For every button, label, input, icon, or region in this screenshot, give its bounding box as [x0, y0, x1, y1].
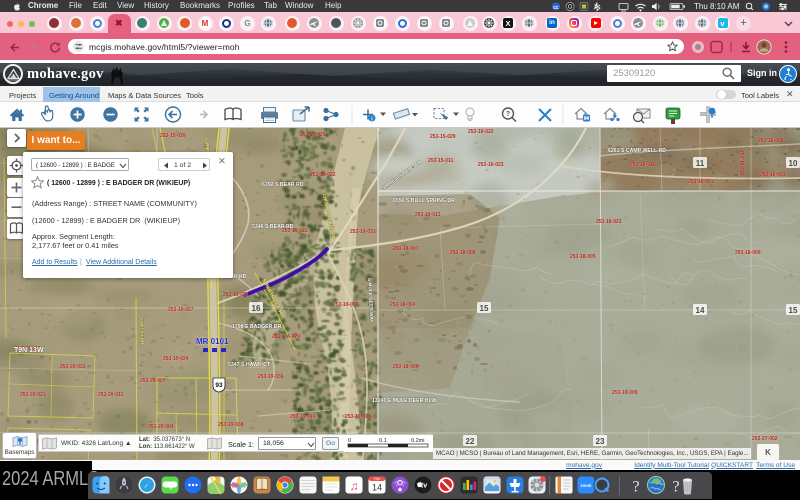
svg-text:253-18-005: 253-18-005 [570, 254, 596, 260]
svg-text:253-19-037: 253-19-037 [333, 302, 359, 308]
svg-text:253-20-004: 253-20-004 [148, 424, 174, 430]
svg-text:S WICKY DR: S WICKY DR [139, 318, 145, 345]
svg-text:253-19-009: 253-19-009 [612, 390, 638, 396]
svg-text:253-18-009: 253-18-009 [393, 364, 419, 370]
svg-text:14: 14 [696, 306, 705, 315]
svg-text:0: 0 [348, 438, 351, 444]
svg-text:22: 22 [466, 437, 475, 446]
svg-text:253-16-011: 253-16-011 [630, 162, 656, 168]
svg-text:10: 10 [789, 159, 798, 168]
svg-text:253-20-021: 253-20-021 [20, 392, 46, 398]
svg-text:0.2mi: 0.2mi [411, 438, 424, 444]
svg-text:11: 11 [696, 159, 705, 168]
svg-text:253-15-011: 253-15-011 [428, 158, 454, 164]
svg-text:MR 0101: MR 0101 [196, 337, 229, 346]
svg-text:6556 S BULL SPRING DR: 6556 S BULL SPRING DR [393, 198, 455, 204]
svg-text:253-15-020: 253-15-020 [160, 133, 186, 139]
svg-text:6392 S BEAR RD: 6392 S BEAR RD [262, 182, 304, 188]
svg-text:253-18-001: 253-18-001 [688, 179, 714, 185]
svg-text:253-19-013: 253-19-013 [415, 212, 441, 218]
svg-text:253-19-014: 253-19-014 [290, 414, 316, 420]
svg-text:253-16-003: 253-16-003 [760, 172, 786, 178]
svg-text:THU: THU [374, 477, 381, 481]
svg-text:6261 S CAMP WELL RD: 6261 S CAMP WELL RD [608, 148, 666, 154]
svg-text:253-15-029: 253-15-029 [430, 134, 456, 140]
svg-text:253-19-033: 253-19-033 [350, 229, 376, 235]
svg-text:253-15-022: 253-15-022 [310, 172, 336, 178]
svg-text:tv: tv [421, 483, 427, 490]
svg-text:253-20-007: 253-20-007 [140, 378, 166, 384]
svg-text:1708 E BADGER DR: 1708 E BADGER DR [232, 324, 282, 330]
svg-text:253-19-01A: 253-19-01A [345, 414, 372, 420]
svg-text:253-20-023: 253-20-023 [60, 364, 86, 370]
svg-text:253-19-036: 253-19-036 [258, 374, 284, 380]
svg-text:253-20-012: 253-20-012 [98, 392, 124, 398]
svg-text:253-15-029: 253-15-029 [300, 132, 326, 138]
svg-text:?: ? [632, 479, 639, 496]
svg-text:15: 15 [480, 304, 489, 313]
svg-text:?: ? [672, 479, 679, 496]
svg-text:253-27-002: 253-27-002 [752, 436, 778, 442]
svg-text:T9N 13W: T9N 13W [14, 347, 44, 354]
svg-text:Thu 8:10 AM: Thu 8:10 AM [694, 2, 740, 11]
svg-text:253-7-A-029: 253-7-A-029 [272, 334, 300, 340]
svg-text:253-16-023: 253-16-023 [478, 162, 504, 168]
svg-text:cc: cc [553, 5, 559, 11]
svg-text:0.1: 0.1 [379, 438, 387, 444]
svg-text:13240 E MULE DEER HLW: 13240 E MULE DEER HLW [372, 398, 436, 404]
svg-text:?: ? [506, 111, 510, 118]
svg-text:253-16-022: 253-16-022 [468, 129, 494, 135]
svg-text:14: 14 [372, 483, 382, 493]
svg-text:253-18-007: 253-18-007 [393, 246, 419, 252]
svg-text:253-19-031: 253-19-031 [223, 292, 249, 298]
svg-text:253-18-023: 253-18-023 [596, 219, 622, 225]
svg-text:16: 16 [252, 304, 261, 313]
svg-text:23: 23 [596, 437, 605, 446]
svg-text:253-19-027: 253-19-027 [168, 307, 194, 313]
svg-text:5347 S HAWK CT: 5347 S HAWK CT [228, 362, 271, 368]
svg-text:253-16-011: 253-16-011 [738, 150, 744, 176]
svg-text:253-18-006: 253-18-006 [450, 250, 476, 256]
svg-text:253-18-000: 253-18-000 [735, 250, 761, 256]
svg-text:253-19-024: 253-19-024 [163, 356, 189, 362]
svg-text:5346 S BEAR RD: 5346 S BEAR RD [252, 224, 294, 230]
svg-text:93: 93 [215, 382, 223, 389]
svg-text:253-19-038: 253-19-038 [218, 422, 244, 428]
svg-text:zoom: zoom [581, 483, 592, 488]
svg-text:253-16-008: 253-16-008 [758, 138, 784, 144]
svg-text:253-18-004: 253-18-004 [390, 302, 416, 308]
svg-text:15: 15 [789, 306, 798, 315]
svg-text:♫: ♫ [350, 479, 359, 493]
